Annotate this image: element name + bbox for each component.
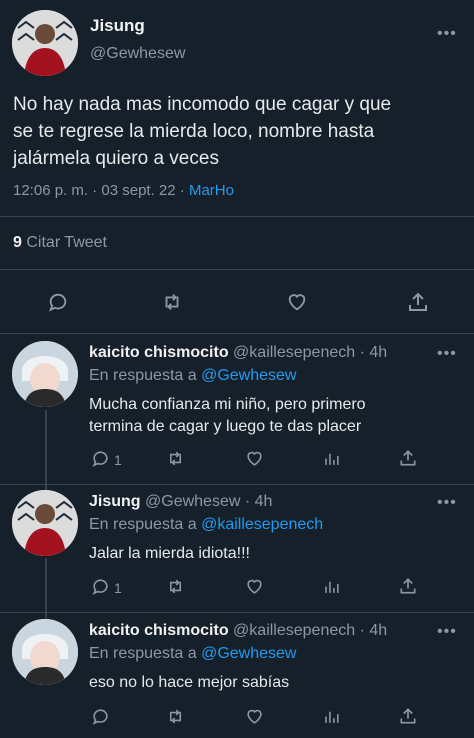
author-handle[interactable]: @Gewhesew [90,45,185,63]
thread-line [45,410,47,494]
reply-author-name[interactable]: kaicito chismocito [89,344,229,361]
meta-separator: · [179,182,185,199]
tweet-text-line: No hay nada mas incomodo que cagar y que [13,94,392,115]
reply-context: En respuesta a @Gewhesew [89,645,296,663]
quote-label: Citar Tweet [26,234,107,251]
like-icon[interactable] [285,291,309,313]
more-options-icon[interactable]: ••• [437,495,457,511]
reply-prefix: En respuesta a [89,516,197,533]
reply-header: Jisung @Gewhesew · 4h [89,493,272,511]
reply-header: kaicito chismocito @kaillesepenech · 4h [89,344,387,362]
tweet-date[interactable]: 03 sept. 22 [101,182,175,199]
reply-text: Jalar la mierda idiota!!! [89,543,250,565]
tweet-text: No hay nada mas incomodo que cagar y que… [13,91,391,172]
header-separator: · [244,493,251,510]
divider [0,333,474,334]
reply-text-line: Jalar la mierda idiota!!! [89,545,250,562]
more-options-icon[interactable]: ••• [437,26,457,42]
more-options-icon[interactable]: ••• [437,346,457,362]
divider [0,216,474,217]
divider [0,269,474,270]
reply-to-handle[interactable]: @kaillesepenech [201,516,323,533]
reply-avatar[interactable] [12,490,78,556]
reply-author-handle[interactable]: @Gewhesew [145,493,240,510]
tweet-source[interactable]: MarHo [189,182,234,199]
reply-author-name[interactable]: kaicito chismocito [89,622,229,639]
like-icon[interactable] [244,449,265,468]
reply-age[interactable]: 4h [369,622,387,639]
tweet-meta: 12:06 p. m. · 03 sept. 22 · MarHo [13,182,234,199]
reply-context: En respuesta a @kaillesepenech [89,516,323,534]
meta-separator: · [92,182,98,199]
reply-count: 1 [114,580,122,596]
share-icon[interactable] [398,576,418,596]
reply-age[interactable]: 4h [255,493,273,510]
reply-text: Mucha confianza mi niño, pero primero te… [89,394,366,438]
tweet-time[interactable]: 12:06 p. m. [13,182,88,199]
reply-header: kaicito chismocito @kaillesepenech · 4h [89,622,387,640]
like-icon[interactable] [244,707,265,726]
author-name[interactable]: Jisung [90,16,145,36]
more-options-icon[interactable]: ••• [437,624,457,640]
quote-count: 9 [13,234,22,251]
analytics-icon[interactable] [322,449,341,468]
retweet-icon[interactable] [160,291,184,313]
reply-icon[interactable] [47,291,69,313]
reply-author-handle[interactable]: @kaillesepenech [233,344,355,361]
reply-author-name[interactable]: Jisung [89,493,141,510]
reply-count: 1 [114,452,122,468]
reply-context: En respuesta a @Gewhesew [89,367,296,385]
reply-icon[interactable] [91,707,110,726]
share-icon[interactable] [398,448,418,468]
retweet-icon[interactable] [165,707,186,726]
divider [0,612,474,613]
reply-author-handle[interactable]: @kaillesepenech [233,622,355,639]
reply-icon[interactable] [91,577,110,596]
reply-text-line: Mucha confianza mi niño, pero primero [89,396,366,413]
analytics-icon[interactable] [322,707,341,726]
reply-text-line: termina de cagar y luego te das placer [89,418,362,435]
reply-text-line: eso no lo hace mejor sabías [89,674,290,691]
analytics-icon[interactable] [322,577,341,596]
reply-age[interactable]: 4h [369,344,387,361]
header-separator: · [359,622,365,639]
tweet-text-line: se te regrese la mierda loco, nombre has… [13,121,375,142]
reply-avatar[interactable] [12,619,78,685]
share-icon[interactable] [406,290,430,314]
retweet-icon[interactable] [165,577,186,596]
reply-prefix: En respuesta a [89,645,197,662]
header-separator: · [359,344,365,361]
reply-icon[interactable] [91,449,110,468]
thread-line [45,558,47,620]
author-avatar[interactable] [12,10,78,76]
reply-to-handle[interactable]: @Gewhesew [201,367,296,384]
reply-text: eso no lo hace mejor sabías [89,672,289,694]
quote-stats[interactable]: 9 Citar Tweet [13,234,107,252]
like-icon[interactable] [244,577,265,596]
reply-avatar[interactable] [12,341,78,407]
retweet-icon[interactable] [165,449,186,468]
share-icon[interactable] [398,706,418,726]
tweet-text-line: jalármela quiero a veces [13,148,219,169]
reply-prefix: En respuesta a [89,367,197,384]
reply-to-handle[interactable]: @Gewhesew [201,645,296,662]
divider [0,484,474,485]
